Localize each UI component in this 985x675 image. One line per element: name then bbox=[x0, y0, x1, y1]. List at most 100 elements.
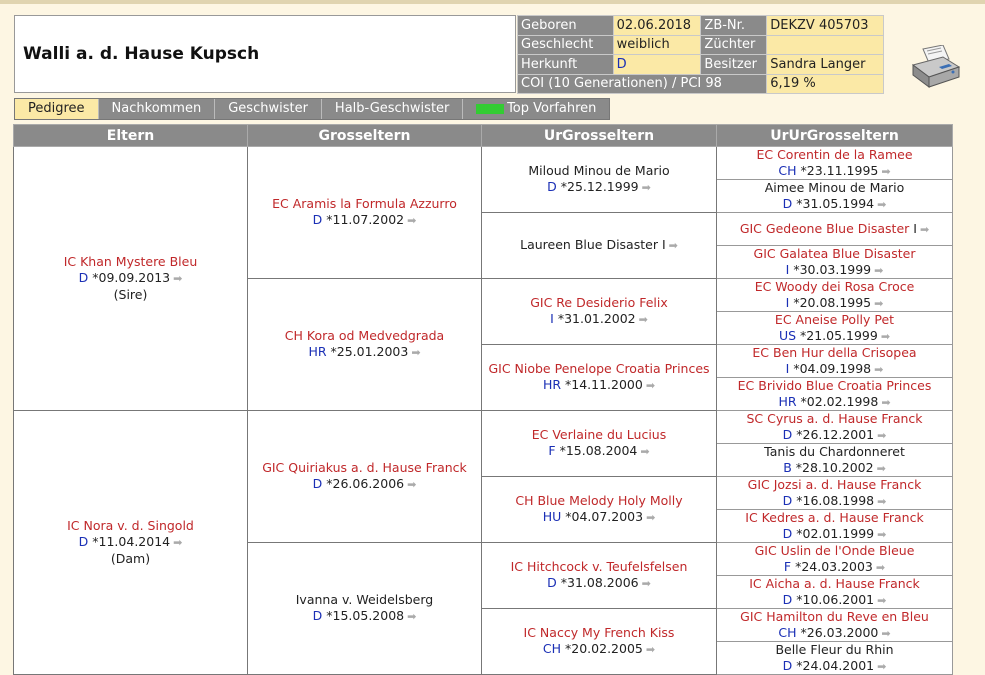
ancestor-name-link[interactable]: GIC Galatea Blue Disaster bbox=[754, 247, 916, 262]
birth-date: *26.12.2001 bbox=[796, 426, 875, 442]
arrow-right-icon[interactable]: ➡ bbox=[881, 165, 890, 178]
birth-date: *02.02.1998 bbox=[800, 393, 879, 409]
arrow-right-icon[interactable]: ➡ bbox=[874, 363, 883, 376]
country-code: F bbox=[783, 558, 792, 574]
coi-value: 6,19 % bbox=[766, 73, 884, 94]
country-code: D bbox=[547, 179, 557, 194]
ancestor-name-link[interactable]: GIC Uslin de l'Onde Bleue bbox=[755, 544, 915, 559]
tab-pedigree[interactable]: Pedigree bbox=[15, 99, 99, 119]
ancestor-name-link[interactable]: IC Khan Mystere Bleu bbox=[64, 254, 198, 269]
ancestor-g4-5: EC Aneise Polly Pet US *21.05.1999 ➡ bbox=[716, 311, 953, 345]
coi-label: COI (10 Generationen) / PCI 98 bbox=[516, 73, 768, 94]
country-code: F bbox=[548, 443, 556, 458]
arrow-right-icon[interactable]: ➡ bbox=[646, 511, 655, 524]
arrow-right-icon[interactable]: ➡ bbox=[411, 346, 420, 359]
birth-date: *11.04.2014 bbox=[92, 534, 171, 549]
country-code: I bbox=[661, 237, 666, 252]
ancestor-name-link[interactable]: EC Brivido Blue Croatia Princes bbox=[738, 379, 932, 394]
arrow-right-icon[interactable]: ➡ bbox=[877, 594, 886, 607]
ancestor-g4-11: IC Kedres a. d. Hause Franck D *02.01.199… bbox=[716, 509, 953, 543]
ancestor-name-link[interactable]: EC Woody dei Rosa Croce bbox=[755, 280, 915, 295]
ancestor-name-link[interactable]: EC Aramis la Formula Azzurro bbox=[272, 196, 457, 211]
birth-date: *04.09.1998 bbox=[793, 360, 872, 376]
ancestor-name-link[interactable]: Aimee Minou de Mario bbox=[765, 181, 905, 196]
country-code: I bbox=[913, 220, 917, 236]
ancestor-name-link[interactable]: Belle Fleur du Rhin bbox=[775, 643, 893, 658]
birth-date: *26.03.2000 bbox=[800, 624, 879, 640]
country-code: HR bbox=[308, 344, 327, 359]
ancestor-g1-1: IC Nora v. d. Singold D *11.04.2014 ➡ (Dam) bbox=[13, 410, 248, 675]
birth-date: *25.12.1999 bbox=[560, 179, 639, 194]
arrow-right-icon[interactable]: ➡ bbox=[640, 445, 649, 458]
arrow-right-icon[interactable]: ➡ bbox=[877, 495, 886, 508]
arrow-right-icon[interactable]: ➡ bbox=[407, 214, 416, 227]
tab-top-vorfahren[interactable]: NEW Top Vorfahren bbox=[463, 99, 609, 119]
arrow-right-icon[interactable]: ➡ bbox=[407, 478, 416, 491]
ancestor-name-link[interactable]: GIC Niobe Penelope Croatia Princes bbox=[488, 361, 709, 376]
arrow-right-icon[interactable]: ➡ bbox=[877, 198, 886, 211]
ancestor-name-link[interactable]: EC Corentin de la Ramee bbox=[756, 148, 912, 163]
arrow-right-icon[interactable]: ➡ bbox=[173, 536, 182, 549]
birth-date: *23.11.1995 bbox=[800, 162, 879, 178]
ancestor-name-link[interactable]: Miloud Minou de Mario bbox=[528, 163, 669, 178]
arrow-right-icon[interactable]: ➡ bbox=[642, 181, 651, 194]
country-code: D bbox=[312, 212, 323, 227]
ancestor-name-link[interactable]: GIC Re Desiderio Felix bbox=[530, 295, 668, 310]
ancestor-name-link[interactable]: EC Verlaine du Lucius bbox=[532, 427, 666, 442]
ancestor-g4-7: EC Brivido Blue Croatia Princes HR *02.02… bbox=[716, 377, 953, 411]
arrow-right-icon[interactable]: ➡ bbox=[881, 627, 890, 640]
arrow-right-icon[interactable]: ➡ bbox=[874, 264, 883, 277]
ancestor-name-link[interactable]: IC Aicha a. d. Hause Franck bbox=[749, 577, 920, 592]
ancestor-name-link[interactable]: GIC Jozsi a. d. Hause Franck bbox=[748, 478, 922, 493]
ancestor-name-link[interactable]: GIC Hamilton du Reve en Bleu bbox=[740, 610, 929, 625]
ancestor-g4-10: GIC Jozsi a. d. Hause Franck D *16.08.199… bbox=[716, 476, 953, 510]
arrow-right-icon[interactable]: ➡ bbox=[881, 330, 890, 343]
arrow-right-icon[interactable]: ➡ bbox=[646, 379, 655, 392]
country-code: D bbox=[782, 657, 793, 673]
birth-date: *04.07.2003 bbox=[565, 509, 644, 524]
ancestor-g3-7: IC Naccy My French Kiss CH *20.02.2005 ➡ bbox=[481, 608, 717, 675]
printer-icon[interactable] bbox=[909, 45, 961, 89]
ancestor-name-link[interactable]: IC Naccy My French Kiss bbox=[524, 625, 675, 640]
ancestor-name-link[interactable]: GIC Quiriakus a. d. Hause Franck bbox=[262, 460, 467, 475]
ancestor-name-link[interactable]: CH Kora od Medvedgrada bbox=[285, 328, 444, 343]
ancestor-name-link[interactable]: EC Aneise Polly Pet bbox=[775, 313, 894, 328]
ancestor-name-link[interactable]: Laureen Blue Disaster bbox=[520, 237, 658, 252]
zuechter-value bbox=[766, 34, 884, 55]
ancestor-g2-3: Ivanna v. Weidelsberg D *15.05.2008 ➡ bbox=[247, 542, 482, 675]
ancestor-g2-1: CH Kora od Medvedgrada HR *25.01.2003 ➡ bbox=[247, 278, 482, 411]
tab-halb-geschwister[interactable]: Halb-Geschwister bbox=[322, 99, 464, 119]
arrow-right-icon[interactable]: ➡ bbox=[646, 643, 655, 656]
tab-geschwister[interactable]: Geschwister bbox=[215, 99, 322, 119]
birth-date: *15.08.2004 bbox=[559, 443, 638, 458]
ancestor-name-link[interactable]: IC Nora v. d. Singold bbox=[67, 518, 194, 533]
arrow-right-icon[interactable]: ➡ bbox=[920, 223, 929, 236]
arrow-right-icon[interactable]: ➡ bbox=[669, 239, 678, 252]
arrow-right-icon[interactable]: ➡ bbox=[877, 462, 886, 475]
ancestor-name-link[interactable]: CH Blue Melody Holy Molly bbox=[515, 493, 682, 508]
ancestor-g3-0: Miloud Minou de Mario D *25.12.1999 ➡ bbox=[481, 146, 717, 213]
arrow-right-icon[interactable]: ➡ bbox=[173, 272, 182, 285]
arrow-right-icon[interactable]: ➡ bbox=[877, 528, 886, 541]
arrow-right-icon[interactable]: ➡ bbox=[876, 561, 885, 574]
ancestor-name-link[interactable]: IC Kedres a. d. Hause Franck bbox=[745, 511, 923, 526]
arrow-right-icon[interactable]: ➡ bbox=[407, 610, 416, 623]
arrow-right-icon[interactable]: ➡ bbox=[877, 429, 886, 442]
arrow-right-icon[interactable]: ➡ bbox=[642, 577, 651, 590]
ancestor-name-link[interactable]: Ivanna v. Weidelsberg bbox=[296, 592, 433, 607]
ancestor-g4-15: Belle Fleur du Rhin D *24.04.2001 ➡ bbox=[716, 641, 953, 675]
birth-date: *14.11.2000 bbox=[565, 377, 643, 392]
ancestor-name-link[interactable]: EC Ben Hur della Crisopea bbox=[752, 346, 916, 361]
ancestor-name-link[interactable]: SC Cyrus a. d. Hause Franck bbox=[746, 412, 922, 427]
arrow-right-icon[interactable]: ➡ bbox=[874, 297, 883, 310]
arrow-right-icon[interactable]: ➡ bbox=[639, 313, 648, 326]
arrow-right-icon[interactable]: ➡ bbox=[881, 396, 890, 409]
ancestor-name-link[interactable]: GIC Gedeone Blue Disaster bbox=[740, 221, 909, 236]
tab-nachkommen[interactable]: Nachkommen bbox=[99, 99, 216, 119]
ancestor-name-link[interactable]: IC Hitchcock v. Teufelsfelsen bbox=[511, 559, 688, 574]
birth-date: *25.01.2003 bbox=[330, 344, 409, 359]
birth-date: *24.04.2001 bbox=[796, 657, 875, 673]
ancestor-g4-4: EC Woody dei Rosa Croce I *20.08.1995 ➡ bbox=[716, 278, 953, 312]
ancestor-name-link[interactable]: Tanis du Chardonneret bbox=[764, 445, 905, 460]
dog-name: Walli a. d. Hause Kupsch bbox=[14, 15, 516, 93]
